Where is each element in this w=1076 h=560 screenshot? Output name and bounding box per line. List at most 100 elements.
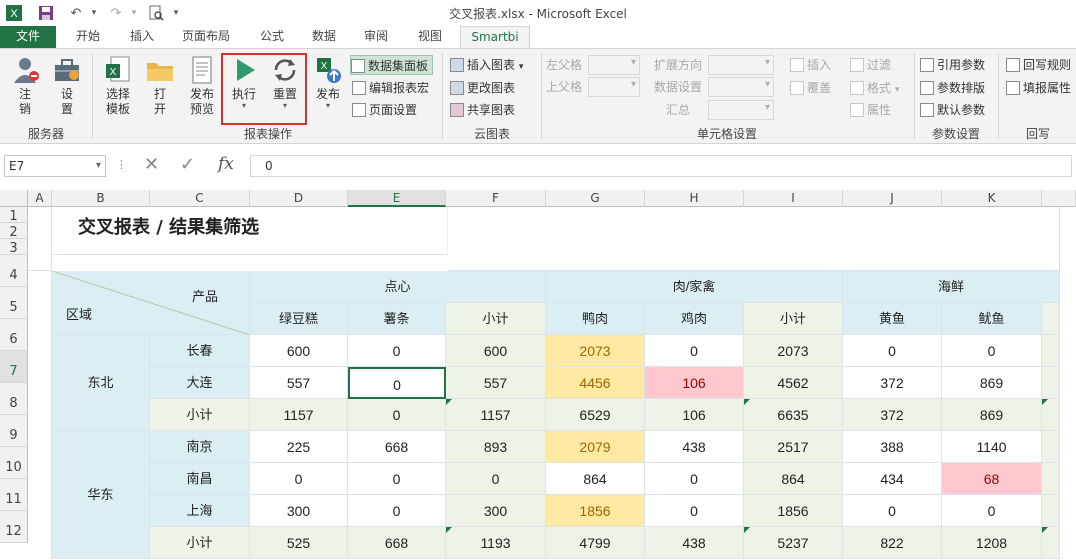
data-cell[interactable]: 2073 [744, 335, 843, 367]
tab-view[interactable]: 视图 [406, 26, 454, 48]
param-layout-button[interactable]: 参数排版 [920, 78, 985, 98]
data-cell[interactable]: 600 [446, 335, 546, 367]
selected-cell[interactable]: 0 [348, 367, 446, 399]
data-cell[interactable]: 869 [942, 399, 1042, 431]
share-chart-button[interactable]: 共享图表 [450, 100, 515, 120]
change-chart-button[interactable]: 更改图表 [450, 78, 515, 98]
expand-direction-select[interactable] [708, 55, 774, 75]
publish-button[interactable]: X 发布 ▾ [310, 55, 346, 121]
data-cell[interactable]: 1193 [446, 527, 546, 559]
data-cell[interactable]: 6635 [744, 399, 843, 431]
data-cell[interactable]: 0 [645, 463, 744, 495]
row-header-9[interactable]: 9 [0, 415, 28, 447]
data-cell[interactable]: 2079 [546, 431, 645, 463]
data-cell[interactable]: 68 [942, 463, 1042, 495]
reset-dropdown-icon[interactable]: ▾ [266, 102, 304, 110]
column-header-j[interactable]: J [843, 190, 942, 207]
tab-file[interactable]: 文件 [0, 26, 56, 48]
data-cell[interactable]: 438 [645, 527, 744, 559]
data-cell[interactable]: 372 [843, 399, 942, 431]
column-header-b[interactable]: B [52, 190, 150, 207]
data-cell[interactable]: 300 [250, 495, 348, 527]
data-cell[interactable]: 106 [645, 399, 744, 431]
data-cell[interactable]: 668 [348, 527, 446, 559]
insert-chart-dropdown-icon[interactable]: ▾ [519, 62, 524, 72]
data-cell[interactable]: 0 [645, 335, 744, 367]
select-all-corner[interactable] [0, 190, 28, 207]
overwrite-cell-button[interactable]: 覆盖 [790, 78, 831, 98]
column-header-h[interactable]: H [645, 190, 744, 207]
data-cell[interactable]: 0 [348, 495, 446, 527]
column-header-c[interactable]: C [150, 190, 250, 207]
row-header-7[interactable]: 7 [0, 351, 28, 383]
format-dropdown-icon[interactable]: ▾ [895, 85, 900, 95]
data-cell[interactable]: 557 [250, 367, 348, 399]
tab-page-layout[interactable]: 页面布局 [172, 26, 240, 48]
column-header-g[interactable]: G [546, 190, 645, 207]
insert-cell-button[interactable]: 插入 [790, 55, 831, 75]
top-parent-select[interactable] [588, 77, 640, 97]
column-header-d[interactable]: D [250, 190, 348, 207]
data-cell[interactable]: 4456 [546, 367, 645, 399]
summary-select[interactable] [708, 100, 774, 120]
column-header-f[interactable]: F [446, 190, 546, 207]
data-cell[interactable]: 4562 [744, 367, 843, 399]
data-cell[interactable]: 388 [843, 431, 942, 463]
data-cell[interactable]: 525 [250, 527, 348, 559]
data-cell[interactable]: 5237 [744, 527, 843, 559]
data-cell[interactable]: 438 [645, 431, 744, 463]
data-cell[interactable]: 6529 [546, 399, 645, 431]
data-cell[interactable]: 0 [843, 335, 942, 367]
data-cell[interactable]: 0 [942, 335, 1042, 367]
default-param-button[interactable]: 默认参数 [920, 100, 985, 120]
tab-insert[interactable]: 插入 [118, 26, 166, 48]
data-settings-select[interactable] [708, 77, 774, 97]
data-cell[interactable]: 2517 [744, 431, 843, 463]
format-button[interactable]: 格式 ▾ [850, 78, 899, 98]
writeback-rule-button[interactable]: 回写规则 [1006, 55, 1071, 75]
column-header-k[interactable]: K [942, 190, 1042, 207]
row-header-1[interactable]: 1 [0, 207, 28, 224]
ref-param-button[interactable]: 引用参数 [920, 55, 985, 75]
data-cell[interactable]: 372 [843, 367, 942, 399]
data-cell[interactable]: 864 [546, 463, 645, 495]
cancel-icon[interactable]: ✕ [144, 154, 159, 175]
data-cell[interactable]: 1140 [942, 431, 1042, 463]
row-header-12[interactable]: 12 [0, 511, 28, 543]
data-cell[interactable]: 0 [645, 495, 744, 527]
filter-button[interactable]: 过滤 [850, 55, 891, 75]
column-header-a[interactable]: A [28, 190, 52, 207]
formula-input[interactable]: 0 [250, 155, 1072, 177]
tab-formulas[interactable]: 公式 [248, 26, 296, 48]
attribute-button[interactable]: 属性 [850, 100, 891, 120]
column-header-e[interactable]: E [348, 190, 446, 207]
edit-macro-button[interactable]: 编辑报表宏 [352, 78, 429, 98]
data-cell[interactable]: 300 [446, 495, 546, 527]
data-cell[interactable]: 1157 [250, 399, 348, 431]
data-cell[interactable]: 869 [942, 367, 1042, 399]
name-box[interactable]: E7 [4, 155, 106, 177]
data-cell[interactable]: 0 [942, 495, 1042, 527]
data-cell[interactable]: 668 [348, 431, 446, 463]
open-button[interactable]: 打开 [144, 55, 176, 121]
data-cell[interactable]: 557 [446, 367, 546, 399]
row-header-2[interactable]: 2 [0, 223, 28, 240]
tab-smartbi[interactable]: Smartbi [460, 26, 530, 48]
reset-button[interactable]: 重置 ▾ [266, 55, 304, 121]
logout-button[interactable]: 注销 [8, 55, 42, 121]
tab-data[interactable]: 数据 [300, 26, 348, 48]
row-header-5[interactable]: 5 [0, 287, 28, 319]
data-cell[interactable]: 1856 [744, 495, 843, 527]
data-cell[interactable]: 0 [348, 463, 446, 495]
data-cell[interactable]: 1208 [942, 527, 1042, 559]
data-cell[interactable]: 0 [348, 335, 446, 367]
insert-chart-button[interactable]: 插入图表 ▾ [450, 55, 523, 75]
execute-button[interactable]: 执行 ▾ [226, 55, 262, 121]
row-header-4[interactable]: 4 [0, 255, 28, 287]
data-cell[interactable]: 893 [446, 431, 546, 463]
settings-button[interactable]: 设置 [50, 55, 84, 121]
data-cell[interactable]: 434 [843, 463, 942, 495]
fill-attr-button[interactable]: 填报属性 [1006, 78, 1071, 98]
data-cell[interactable]: 822 [843, 527, 942, 559]
row-header-10[interactable]: 10 [0, 447, 28, 479]
